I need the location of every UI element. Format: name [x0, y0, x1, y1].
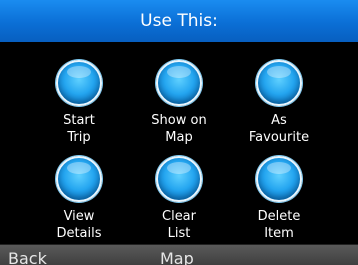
- softkey-bar: Back Map: [0, 244, 358, 265]
- blue-orb-icon: [156, 60, 202, 106]
- clear-list-button[interactable]: Clear List: [129, 146, 229, 242]
- blue-orb-icon: [156, 156, 202, 202]
- as-favourite-label: As Favourite: [248, 113, 310, 145]
- show-on-map-button[interactable]: Show on Map: [129, 50, 229, 146]
- blue-orb-icon: [56, 60, 102, 106]
- delete-item-button[interactable]: Delete Item: [229, 146, 329, 242]
- map-softkey[interactable]: Map: [160, 249, 194, 265]
- use-this-screen: Use This: Start Trip Show on Map As Favo…: [0, 0, 358, 265]
- action-grid: Start Trip Show on Map As Favourite View…: [0, 42, 358, 242]
- start-trip-label: Start Trip: [63, 113, 95, 145]
- page-title: Use This:: [140, 11, 218, 31]
- blue-orb-icon: [256, 156, 302, 202]
- show-on-map-label: Show on Map: [151, 113, 207, 145]
- back-softkey[interactable]: Back: [8, 249, 47, 265]
- blue-orb-icon: [56, 156, 102, 202]
- title-bar: Use This:: [0, 0, 358, 42]
- blue-orb-icon: [256, 60, 302, 106]
- clear-list-label: Clear List: [162, 209, 196, 241]
- view-details-label: View Details: [56, 209, 102, 241]
- as-favourite-button[interactable]: As Favourite: [229, 50, 329, 146]
- delete-item-label: Delete Item: [257, 209, 301, 241]
- start-trip-button[interactable]: Start Trip: [29, 50, 129, 146]
- view-details-button[interactable]: View Details: [29, 146, 129, 242]
